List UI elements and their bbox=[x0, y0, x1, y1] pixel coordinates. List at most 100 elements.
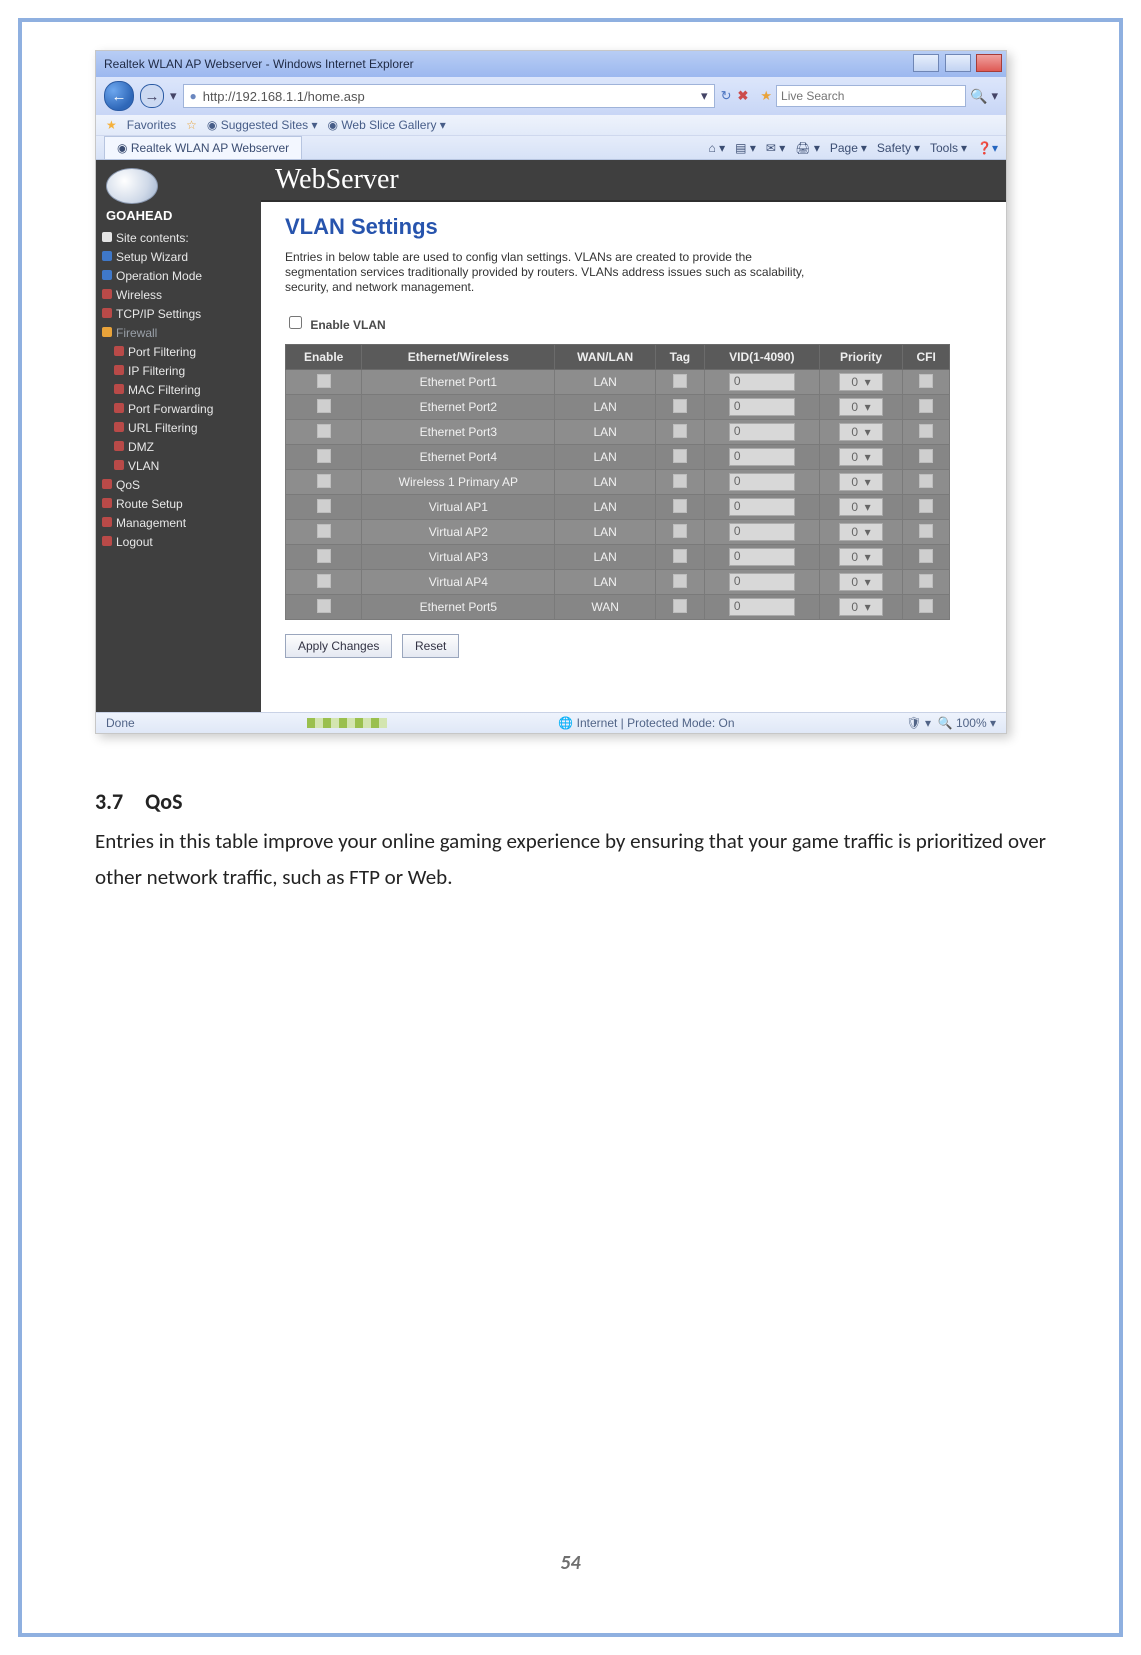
row-priority-select[interactable]: 0 ▾ bbox=[839, 398, 883, 416]
row-vid-input[interactable]: 0 bbox=[729, 448, 795, 466]
row-enable-checkbox[interactable] bbox=[317, 424, 331, 438]
row-priority-select[interactable]: 0 ▾ bbox=[839, 473, 883, 491]
row-cfi-checkbox[interactable] bbox=[919, 424, 933, 438]
row-tag-checkbox[interactable] bbox=[673, 599, 687, 613]
row-vid-input[interactable]: 0 bbox=[729, 423, 795, 441]
sidebar-item-setup-wizard[interactable]: Setup Wizard bbox=[102, 248, 261, 267]
feeds-icon[interactable]: ▤ ▾ bbox=[735, 141, 756, 155]
row-tag-checkbox[interactable] bbox=[673, 399, 687, 413]
refresh-icon[interactable]: ↻ bbox=[721, 88, 732, 104]
search-dropdown-icon[interactable]: ▾ bbox=[991, 88, 998, 104]
row-vid-input[interactable]: 0 bbox=[729, 573, 795, 591]
menu-tools[interactable]: Tools ▾ bbox=[930, 141, 967, 155]
row-tag-checkbox[interactable] bbox=[673, 574, 687, 588]
sidebar-item-port-filtering[interactable]: Port Filtering bbox=[114, 343, 261, 362]
sidebar-item-firewall[interactable]: Firewall bbox=[102, 324, 261, 343]
row-priority-select[interactable]: 0 ▾ bbox=[839, 523, 883, 541]
row-enable-checkbox[interactable] bbox=[317, 574, 331, 588]
row-enable-checkbox[interactable] bbox=[317, 499, 331, 513]
sidebar-item-tcpip[interactable]: TCP/IP Settings bbox=[102, 305, 261, 324]
close-button[interactable] bbox=[976, 54, 1002, 72]
history-dropdown-icon[interactable]: ▾ bbox=[170, 88, 177, 104]
status-zoom[interactable]: 100% bbox=[956, 716, 987, 730]
sidebar-item-operation-mode[interactable]: Operation Mode bbox=[102, 267, 261, 286]
sidebar-item-url-filtering[interactable]: URL Filtering bbox=[114, 419, 261, 438]
back-button[interactable]: ← bbox=[104, 81, 134, 111]
sidebar-item-management[interactable]: Management bbox=[102, 514, 261, 533]
sidebar-item-mac-filtering[interactable]: MAC Filtering bbox=[114, 381, 261, 400]
row-priority-select[interactable]: 0 ▾ bbox=[839, 373, 883, 391]
sidebar-item-port-forwarding[interactable]: Port Forwarding bbox=[114, 400, 261, 419]
row-priority-select[interactable]: 0 ▾ bbox=[839, 573, 883, 591]
home-icon[interactable]: ⌂ ▾ bbox=[709, 141, 726, 155]
row-vid-input[interactable]: 0 bbox=[729, 473, 795, 491]
row-priority-select[interactable]: 0 ▾ bbox=[839, 448, 883, 466]
row-enable-checkbox[interactable] bbox=[317, 524, 331, 538]
reset-button[interactable]: Reset bbox=[402, 634, 459, 658]
row-tag-checkbox[interactable] bbox=[673, 374, 687, 388]
status-protected-icon[interactable]: 🛡 ▾ bbox=[906, 716, 931, 730]
row-vid-input[interactable]: 0 bbox=[729, 548, 795, 566]
row-enable-checkbox[interactable] bbox=[317, 549, 331, 563]
favorites-star-icon[interactable]: ★ bbox=[106, 118, 117, 132]
row-vid-input[interactable]: 0 bbox=[729, 523, 795, 541]
row-priority-select[interactable]: 0 ▾ bbox=[839, 598, 883, 616]
row-cfi-checkbox[interactable] bbox=[919, 524, 933, 538]
mail-icon[interactable]: ✉ ▾ bbox=[766, 141, 785, 155]
sidebar-item-ip-filtering[interactable]: IP Filtering bbox=[114, 362, 261, 381]
link-suggested[interactable]: ◉ Suggested Sites ▾ bbox=[207, 118, 318, 132]
row-priority-select[interactable]: 0 ▾ bbox=[839, 498, 883, 516]
row-enable-checkbox[interactable] bbox=[317, 399, 331, 413]
row-vid-input[interactable]: 0 bbox=[729, 498, 795, 516]
favorites-add-icon[interactable]: ☆ bbox=[186, 118, 197, 132]
row-tag-checkbox[interactable] bbox=[673, 474, 687, 488]
print-icon[interactable]: 🖨 ▾ bbox=[795, 141, 820, 155]
row-vid-input[interactable]: 0 bbox=[729, 373, 795, 391]
zoom-icon[interactable]: 🔍 bbox=[938, 716, 953, 730]
row-tag-checkbox[interactable] bbox=[673, 549, 687, 563]
tab-active[interactable]: ◉ Realtek WLAN AP Webserver bbox=[104, 136, 302, 159]
row-priority-select[interactable]: 0 ▾ bbox=[839, 423, 883, 441]
row-cfi-checkbox[interactable] bbox=[919, 449, 933, 463]
sidebar-item-qos[interactable]: QoS bbox=[102, 476, 261, 495]
sidebar-item-wireless[interactable]: Wireless bbox=[102, 286, 261, 305]
row-tag-checkbox[interactable] bbox=[673, 449, 687, 463]
row-cfi-checkbox[interactable] bbox=[919, 374, 933, 388]
row-enable-checkbox[interactable] bbox=[317, 449, 331, 463]
menu-page[interactable]: Page ▾ bbox=[830, 141, 867, 155]
help-icon[interactable]: ❓▾ bbox=[977, 141, 998, 155]
maximize-button[interactable] bbox=[945, 54, 971, 72]
forward-button[interactable]: → bbox=[140, 84, 164, 108]
row-tag-checkbox[interactable] bbox=[673, 524, 687, 538]
menu-safety[interactable]: Safety ▾ bbox=[877, 141, 920, 155]
main-panel: WebServer VLAN Settings Entries in below… bbox=[261, 160, 1006, 712]
row-cfi-checkbox[interactable] bbox=[919, 399, 933, 413]
row-enable-checkbox[interactable] bbox=[317, 474, 331, 488]
apply-button[interactable]: Apply Changes bbox=[285, 634, 392, 658]
row-cfi-checkbox[interactable] bbox=[919, 474, 933, 488]
link-gallery[interactable]: ◉ Web Slice Gallery ▾ bbox=[327, 118, 445, 132]
row-priority-select[interactable]: 0 ▾ bbox=[839, 548, 883, 566]
row-vid-input[interactable]: 0 bbox=[729, 598, 795, 616]
row-enable-checkbox[interactable] bbox=[317, 374, 331, 388]
sidebar-item-dmz[interactable]: DMZ bbox=[114, 438, 261, 457]
row-tag-checkbox[interactable] bbox=[673, 499, 687, 513]
search-icon[interactable]: 🔍 bbox=[970, 88, 987, 105]
row-cfi-checkbox[interactable] bbox=[919, 549, 933, 563]
url-dropdown-icon[interactable]: ▾ bbox=[701, 88, 708, 104]
row-vid-input[interactable]: 0 bbox=[729, 398, 795, 416]
sidebar-item-logout[interactable]: Logout bbox=[102, 533, 261, 552]
favorites-label[interactable]: Favorites bbox=[127, 118, 176, 132]
row-cfi-checkbox[interactable] bbox=[919, 499, 933, 513]
row-cfi-checkbox[interactable] bbox=[919, 599, 933, 613]
url-field[interactable]: ● http://192.168.1.1/home.asp ▾ bbox=[183, 84, 715, 108]
row-cfi-checkbox[interactable] bbox=[919, 574, 933, 588]
enable-vlan-checkbox[interactable] bbox=[289, 316, 302, 329]
row-tag-checkbox[interactable] bbox=[673, 424, 687, 438]
sidebar-item-vlan[interactable]: VLAN bbox=[114, 457, 261, 476]
minimize-button[interactable] bbox=[913, 54, 939, 72]
sidebar-item-route-setup[interactable]: Route Setup bbox=[102, 495, 261, 514]
stop-icon[interactable]: ✖ bbox=[737, 88, 748, 104]
row-enable-checkbox[interactable] bbox=[317, 599, 331, 613]
search-input[interactable] bbox=[776, 85, 966, 107]
